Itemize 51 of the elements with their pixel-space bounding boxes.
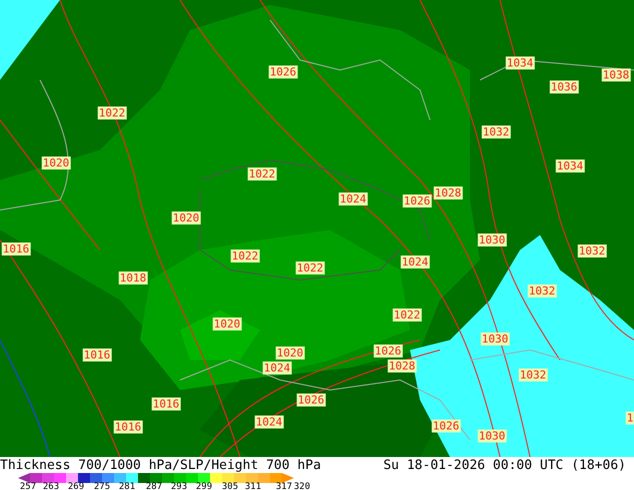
isobar-label: 1024 [400, 256, 430, 268]
isobar-label: 1026 [402, 194, 432, 208]
isobar-label: 1022 [98, 106, 126, 120]
isobar-label: 1016 [114, 420, 142, 434]
isobar-label: 1026 [374, 344, 402, 358]
legend-tick-label: 317 [276, 483, 292, 490]
legend-tick-label: 275 [94, 483, 110, 490]
isobar-label: 1034 [556, 160, 584, 172]
isobar-label: 1030 [480, 332, 510, 346]
legend-tick-label: 281 [118, 483, 136, 490]
isobar-label: 1032 [518, 368, 548, 382]
legend-tick-label: 305 [222, 483, 238, 490]
isobar-label: 1 [626, 412, 634, 424]
isobar-label: 1018 [118, 272, 148, 284]
isobar-label: 1024 [254, 416, 284, 428]
isobar-label: 1022 [392, 308, 422, 322]
isobar-label: 1022 [296, 262, 324, 274]
isobar-label: 1026 [432, 420, 460, 432]
isobar-label: 1032 [578, 244, 606, 258]
legend-tick-label: 263 [42, 483, 60, 490]
isobar-label: 1016 [2, 242, 30, 256]
isobar-label: 1016 [82, 348, 112, 362]
isobar-label: 1036 [550, 80, 578, 94]
isobar-label: 1026 [296, 394, 326, 406]
isobar-label: 1030 [478, 234, 506, 246]
legend-tick-label: 293 [170, 483, 188, 490]
legend-tick-label: 311 [244, 483, 262, 490]
legend-tick-label: 320 [294, 483, 310, 490]
legend-tick-label: 287 [146, 483, 162, 490]
legend-tick-label: 257 [20, 483, 36, 490]
isobar-label: 1020 [42, 156, 70, 170]
isobar-label: 1034 [506, 56, 534, 70]
isobar-label: 1030 [478, 430, 506, 442]
valid-time: Su 18-01-2026 00:00 UTC (18+06) [383, 458, 626, 472]
isobar-label: 1020 [172, 212, 200, 224]
isobar-label: 1032 [482, 126, 510, 138]
isobar-label: 1038 [602, 68, 630, 82]
isobar-label: 1024 [338, 192, 368, 206]
legend-tick-label: 269 [68, 483, 84, 490]
isobar-label: 1026 [268, 66, 298, 78]
isobar-label: 1028 [434, 186, 462, 200]
map-title: Thickness 700/1000 hPa/SLP/Height 700 hPa [0, 458, 321, 472]
isobar-label: 1022 [230, 250, 260, 262]
isobar-label: 1016 [152, 398, 180, 410]
isobar-label: 1032 [528, 284, 556, 298]
isobar-label: 1020 [276, 346, 304, 360]
legend-tick-label: 299 [196, 483, 212, 490]
isobar-label: 1024 [262, 362, 292, 374]
isobar-label: 1022 [248, 168, 276, 180]
isobar-label: 1020 [212, 318, 242, 330]
isobar-label: 1028 [388, 360, 416, 372]
